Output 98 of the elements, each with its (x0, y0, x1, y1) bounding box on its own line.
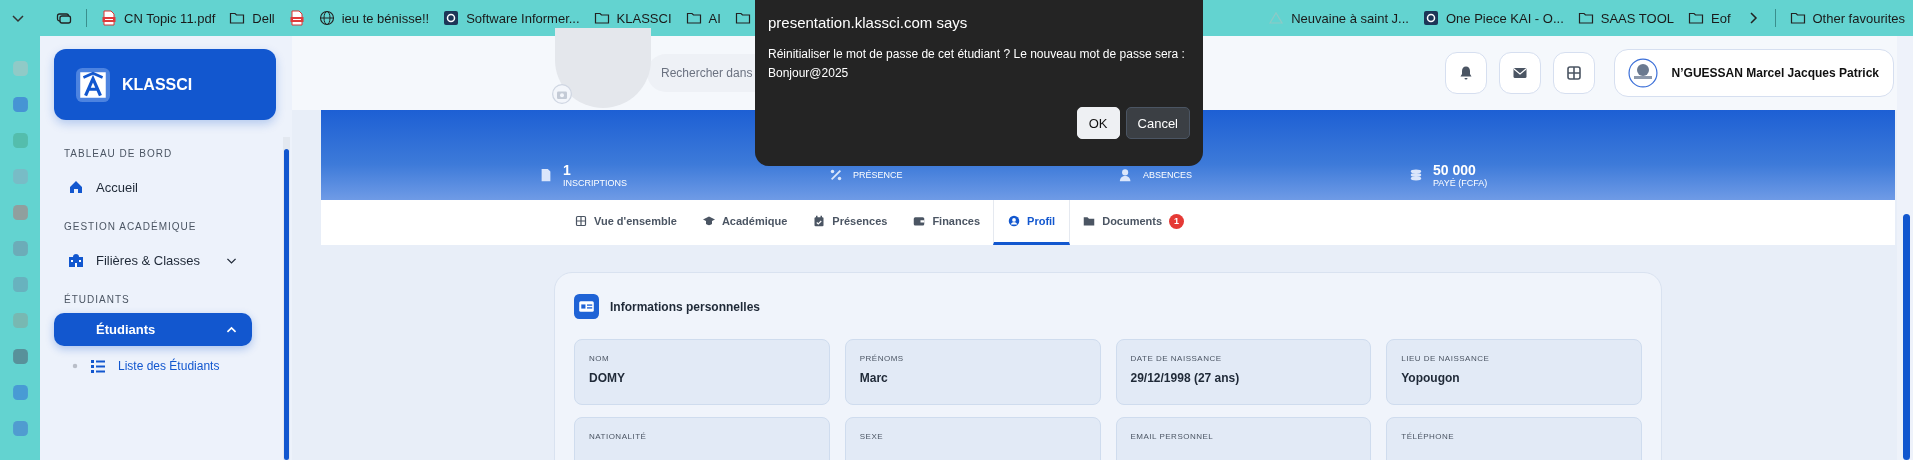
field-label: NATIONALITÉ (589, 432, 648, 441)
bookmark-link[interactable]: ieu te bénisse!! (318, 10, 430, 26)
bell-icon (1457, 65, 1474, 81)
user-circle-icon (1008, 215, 1021, 227)
bookmark-link[interactable]: Other favourites (1789, 10, 1905, 26)
calendar-icon (813, 215, 826, 227)
stat-label: PAYÉ (FCFA) (1433, 178, 1488, 188)
card-title: Informations personnelles (610, 299, 761, 314)
section-heading: ÉTUDIANTS (63, 292, 131, 307)
mail-button[interactable] (1498, 52, 1541, 94)
tab[interactable]: Documents 1 (1070, 200, 1198, 245)
bookmark-link[interactable]: CN Topic 11.pdf (101, 10, 216, 26)
bookmark-link[interactable]: AI (685, 10, 721, 26)
stat-value: 50 000 (1433, 162, 1477, 178)
app-icon (1422, 10, 1439, 26)
app-icon[interactable] (11, 312, 29, 329)
tab[interactable]: Académique (689, 200, 801, 245)
app-icon[interactable] (11, 240, 29, 257)
user-menu[interactable]: N’GUESSAN Marcel Jacques Patrick (1613, 49, 1894, 97)
brand-name: KLASSCI (122, 75, 193, 94)
bookmark-link[interactable]: Software Informer... (443, 10, 580, 26)
tab[interactable]: Finances (900, 200, 994, 245)
graduation-cap-icon (702, 215, 715, 227)
mail-icon (1511, 65, 1528, 81)
app-icon[interactable] (11, 384, 29, 401)
section-heading: GESTION ACADÉMIQUE (63, 219, 198, 234)
field-label: PRÉNOMS (859, 354, 905, 363)
field-label: LIEU DE NAISSANCE (1401, 354, 1491, 363)
dialog-title: presentation.klassci.com says (768, 14, 969, 31)
field-label: SEXE (859, 432, 885, 441)
tab[interactable]: Vue d'ensemble (562, 200, 690, 245)
folder-icon[interactable] (734, 10, 751, 26)
submenu-item[interactable]: Liste des Étudiants (54, 352, 292, 374)
grid-icon (1565, 65, 1582, 81)
folder-icon (1083, 215, 1096, 227)
logo-icon (76, 67, 110, 102)
app-icon[interactable] (11, 132, 29, 149)
grid-icon (575, 215, 587, 227)
app-icon (443, 10, 460, 26)
wallet-icon (913, 215, 926, 227)
bookmark-link[interactable]: KLASSCI (593, 10, 672, 26)
field-label: DATE DE NAISSANCE (1130, 354, 1223, 363)
bookmark-link[interactable]: One Piece KAI - O... (1422, 10, 1564, 26)
field-label: TÉLÉPHONE (1401, 432, 1456, 441)
stat-label: ABSENCES (1143, 170, 1193, 180)
field-value: Marc (859, 371, 889, 385)
bookmark-link[interactable]: SAAS TOOL (1577, 10, 1674, 26)
field-label: NOM (589, 354, 611, 363)
scrollbar[interactable] (1897, 36, 1913, 460)
bell-button[interactable] (1444, 52, 1487, 94)
bullet-icon (72, 363, 78, 369)
stat-value: 1 (563, 162, 572, 178)
grid-button[interactable] (1552, 52, 1595, 94)
folder-icon (1577, 10, 1594, 26)
nav-item[interactable]: Étudiants (54, 313, 252, 346)
folder-icon (229, 10, 246, 26)
folder-icon (685, 10, 702, 26)
school-icon (68, 252, 84, 268)
percent-icon (829, 168, 843, 182)
id-card-icon (574, 294, 599, 319)
home-icon (68, 179, 84, 195)
folder-icon (1688, 10, 1704, 26)
globe-icon (318, 10, 335, 26)
stat-label: PRÉSENCE (853, 170, 903, 180)
app-icon[interactable] (11, 60, 29, 77)
nav-item[interactable]: Accueil (54, 167, 252, 207)
app-icon[interactable] (11, 204, 29, 221)
app-icon[interactable] (11, 420, 29, 437)
bookmark-link[interactable]: Eof (1688, 10, 1731, 26)
cancel-button[interactable]: Cancel (1125, 107, 1190, 139)
nav-item[interactable]: Filières & Classes (54, 240, 252, 280)
stat-label: INSCRIPTIONS (563, 178, 627, 188)
app-icon[interactable] (11, 96, 29, 113)
list-icon (90, 358, 106, 374)
folder-icon (1789, 10, 1806, 26)
folder-icon (593, 10, 610, 26)
file-icon (539, 168, 553, 182)
field-label: EMAIL PERSONNEL (1130, 432, 1215, 441)
coins-icon (1409, 168, 1423, 182)
user-icon (1119, 168, 1133, 182)
field-value: DOMY (589, 371, 626, 385)
avatar-icon (1627, 58, 1658, 88)
app-icon[interactable] (11, 348, 29, 365)
bookmark-link[interactable]: Dell (229, 10, 275, 26)
count-badge: 1 (1169, 213, 1185, 229)
field-value: Yopougon (1401, 371, 1461, 385)
pdf-icon[interactable] (288, 10, 305, 26)
pdf-icon (101, 10, 117, 26)
tab[interactable]: Profil (993, 200, 1071, 245)
camera-icon[interactable] (552, 84, 572, 104)
tabs-icon[interactable] (56, 10, 72, 26)
bookmark-link[interactable]: Neuvaine à saint J... (1268, 10, 1409, 26)
section-heading: TABLEAU DE BORD (63, 147, 174, 161)
scrollbar[interactable] (283, 137, 290, 460)
tab[interactable]: Présences (800, 200, 901, 245)
ok-button[interactable]: OK (1076, 107, 1120, 139)
field-value: 29/12/1998 (27 ans) (1130, 371, 1241, 385)
app-icon[interactable] (11, 276, 29, 293)
